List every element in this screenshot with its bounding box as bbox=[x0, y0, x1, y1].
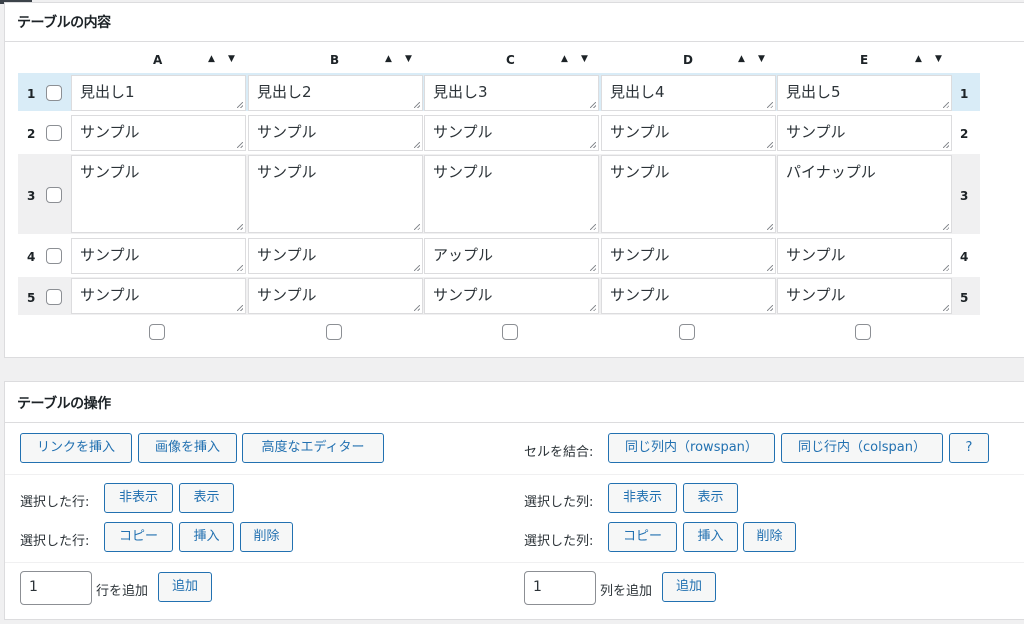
add-columns-count-input[interactable]: 1 bbox=[524, 571, 596, 605]
row-number: 5 bbox=[27, 291, 36, 305]
table-cell[interactable]: 見出し3 bbox=[424, 75, 599, 111]
selected-rows-label: 選択した行: bbox=[20, 495, 90, 510]
row-number-right: 5 bbox=[960, 291, 969, 305]
column-select-checkbox[interactable] bbox=[679, 324, 695, 340]
table-cell[interactable]: サンプル bbox=[777, 238, 952, 274]
table-cell[interactable]: サンプル bbox=[424, 278, 599, 314]
sort-up-icon[interactable]: ▲ bbox=[561, 54, 568, 64]
table-cell[interactable]: サンプル bbox=[248, 115, 423, 151]
show-columns-button[interactable]: 表示 bbox=[683, 483, 738, 513]
sort-up-icon[interactable]: ▲ bbox=[738, 54, 745, 64]
panel-divider bbox=[5, 422, 1024, 423]
add-columns-label: 列を追加 bbox=[600, 584, 653, 599]
column-select-checkbox[interactable] bbox=[149, 324, 165, 340]
sort-up-icon[interactable]: ▲ bbox=[915, 54, 922, 64]
insert-columns-button[interactable]: 挿入 bbox=[683, 522, 738, 552]
panel-divider bbox=[5, 41, 1024, 42]
selected-columns-label: 選択した列: bbox=[524, 495, 594, 510]
table-cell[interactable]: サンプル bbox=[71, 115, 246, 151]
column-select-checkbox[interactable] bbox=[855, 324, 871, 340]
insert-image-button[interactable]: 画像を挿入 bbox=[138, 433, 237, 463]
copy-rows-button[interactable]: コピー bbox=[104, 522, 173, 552]
table-cell[interactable]: 見出し2 bbox=[248, 75, 423, 111]
delete-columns-button[interactable]: 削除 bbox=[743, 522, 796, 552]
add-rows-count-input[interactable]: 1 bbox=[20, 571, 92, 605]
selected-rows-label: 選択した行: bbox=[20, 534, 90, 549]
merge-colspan-button[interactable]: 同じ行内（colspan） bbox=[781, 433, 943, 463]
row-number: 3 bbox=[27, 189, 36, 203]
row-number: 4 bbox=[27, 250, 36, 264]
show-rows-button[interactable]: 表示 bbox=[179, 483, 234, 513]
table-cell[interactable]: アップル bbox=[424, 238, 599, 274]
column-select-checkbox[interactable] bbox=[502, 324, 518, 340]
add-rows-label: 行を追加 bbox=[96, 584, 149, 599]
sort-down-icon[interactable]: ▼ bbox=[758, 54, 765, 64]
table-cell[interactable]: サンプル bbox=[601, 115, 776, 151]
merge-cells-label: セルを結合: bbox=[524, 445, 594, 460]
table-cell[interactable]: 見出し1 bbox=[71, 75, 246, 111]
merge-rowspan-button[interactable]: 同じ列内（rowspan） bbox=[608, 433, 775, 463]
hide-columns-button[interactable]: 非表示 bbox=[608, 483, 677, 513]
row-number-right: 3 bbox=[960, 189, 969, 203]
sort-up-icon[interactable]: ▲ bbox=[208, 54, 215, 64]
table-content-panel: テーブルの内容 A ▲ ▼ B ▲ ▼ C ▲ ▼ D ▲ ▼ E ▲ ▼ 1 … bbox=[4, 2, 1024, 358]
insert-rows-button[interactable]: 挿入 bbox=[179, 522, 234, 552]
panel-title: テーブルの内容 bbox=[17, 15, 111, 31]
table-cell[interactable]: 見出し5 bbox=[777, 75, 952, 111]
table-cell[interactable]: 見出し4 bbox=[601, 75, 776, 111]
table-cell[interactable]: サンプル bbox=[71, 238, 246, 274]
add-columns-button[interactable]: 追加 bbox=[662, 572, 716, 602]
table-cell[interactable]: サンプル bbox=[248, 238, 423, 274]
delete-rows-button[interactable]: 削除 bbox=[240, 522, 293, 552]
copy-columns-button[interactable]: コピー bbox=[608, 522, 677, 552]
table-cell[interactable]: サンプル bbox=[777, 278, 952, 314]
add-rows-button[interactable]: 追加 bbox=[158, 572, 212, 602]
table-cell[interactable]: サンプル bbox=[71, 278, 246, 314]
sort-down-icon[interactable]: ▼ bbox=[405, 54, 412, 64]
advanced-editor-button[interactable]: 高度なエディター bbox=[242, 433, 384, 463]
table-cell[interactable]: サンプル bbox=[424, 155, 599, 233]
insert-link-button[interactable]: リンクを挿入 bbox=[20, 433, 132, 463]
section-divider bbox=[5, 562, 1024, 563]
help-button[interactable]: ? bbox=[949, 433, 989, 463]
table-cell[interactable]: サンプル bbox=[777, 115, 952, 151]
table-cell[interactable]: サンプル bbox=[71, 155, 246, 233]
row-select-checkbox[interactable] bbox=[46, 85, 62, 101]
sort-up-icon[interactable]: ▲ bbox=[385, 54, 392, 64]
hide-rows-button[interactable]: 非表示 bbox=[104, 483, 173, 513]
row-number: 1 bbox=[27, 87, 36, 101]
row-select-checkbox[interactable] bbox=[46, 187, 62, 203]
table-cell[interactable]: サンプル bbox=[248, 155, 423, 233]
row-number: 2 bbox=[27, 127, 36, 141]
row-number-right: 2 bbox=[960, 127, 969, 141]
row-number-right: 4 bbox=[960, 250, 969, 264]
table-cell[interactable]: サンプル bbox=[601, 278, 776, 314]
row-number-right: 1 bbox=[960, 87, 969, 101]
table-cell[interactable]: サンプル bbox=[248, 278, 423, 314]
table-cell[interactable]: サンプル bbox=[601, 238, 776, 274]
row-select-checkbox[interactable] bbox=[46, 289, 62, 305]
table-cell[interactable]: サンプル bbox=[601, 155, 776, 233]
sort-down-icon[interactable]: ▼ bbox=[228, 54, 235, 64]
selected-columns-label: 選択した列: bbox=[524, 534, 594, 549]
table-cell[interactable]: パイナップル bbox=[777, 155, 952, 233]
section-divider bbox=[5, 474, 1024, 475]
row-select-checkbox[interactable] bbox=[46, 125, 62, 141]
table-manipulation-panel: テーブルの操作 リンクを挿入 画像を挿入 高度なエディター セルを結合: 同じ列… bbox=[4, 381, 1024, 620]
row-select-checkbox[interactable] bbox=[46, 248, 62, 264]
panel-title: テーブルの操作 bbox=[17, 396, 111, 412]
table-cell[interactable]: サンプル bbox=[424, 115, 599, 151]
sort-down-icon[interactable]: ▼ bbox=[935, 54, 942, 64]
sort-down-icon[interactable]: ▼ bbox=[581, 54, 588, 64]
column-select-checkbox[interactable] bbox=[326, 324, 342, 340]
